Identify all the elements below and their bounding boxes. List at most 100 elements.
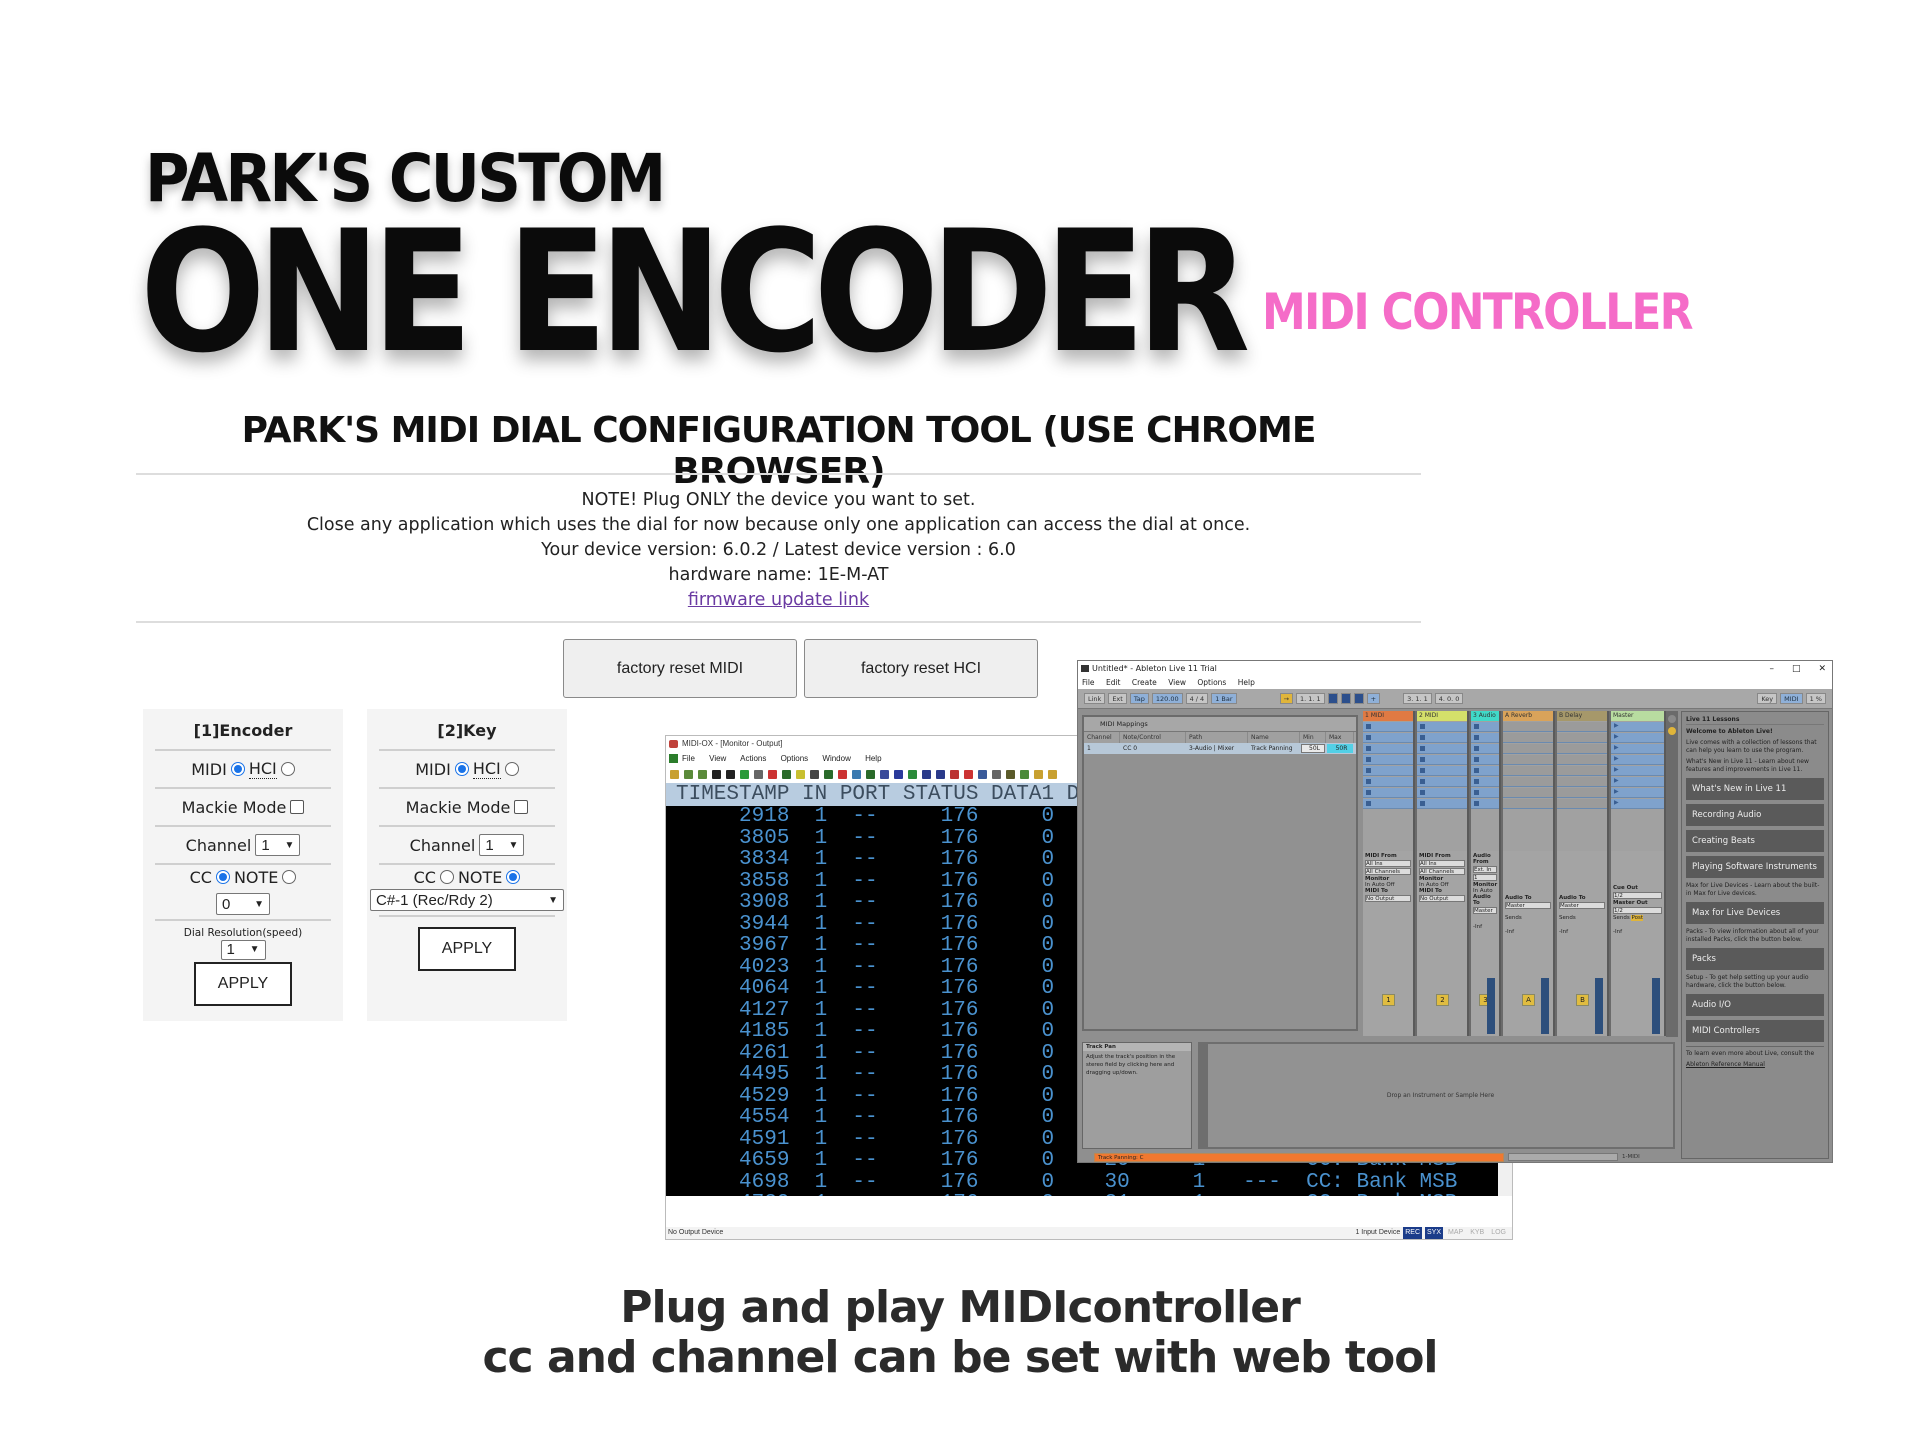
menu-options[interactable]: Options [1197, 678, 1226, 687]
toolbar-icon[interactable] [922, 769, 931, 779]
clip-slot[interactable]: ▶ [1611, 733, 1664, 743]
toolbar-icon[interactable] [1006, 769, 1015, 779]
clip-slot[interactable] [1557, 799, 1607, 809]
midi-radio[interactable] [230, 762, 245, 776]
cc-radio[interactable] [439, 870, 454, 884]
resolution-select[interactable]: 1 ▼ [220, 939, 266, 960]
toolbar-icon[interactable] [796, 769, 805, 779]
key-map-button[interactable]: Key [1757, 693, 1778, 704]
log-indicator[interactable]: LOG [1489, 1227, 1508, 1239]
key-apply-button[interactable]: APPLY [418, 927, 516, 971]
device-drop-zone[interactable]: Drop an Instrument or Sample Here [1208, 1044, 1673, 1147]
lesson-audio-io-button[interactable]: Audio I/O [1686, 994, 1824, 1016]
lesson-packs-button[interactable]: Packs [1686, 948, 1824, 970]
menu-file[interactable]: File [682, 754, 695, 763]
menu-file[interactable]: File [1082, 678, 1095, 687]
clip-slot[interactable]: ▶ [1611, 766, 1664, 776]
col-note-control[interactable]: Note/Control [1120, 732, 1186, 743]
col-min[interactable]: Min [1300, 732, 1326, 743]
clip-slot[interactable] [1503, 777, 1553, 787]
clip-slot[interactable] [1363, 788, 1413, 798]
hci-radio[interactable] [280, 762, 295, 776]
reference-manual-link[interactable]: Ableton Reference Manual [1686, 1061, 1824, 1069]
firmware-update-link[interactable]: firmware update link [688, 590, 869, 610]
clip-slot[interactable] [1417, 755, 1467, 765]
mapping-min[interactable]: 50L [1301, 744, 1325, 753]
toolbar-icon[interactable] [1020, 769, 1029, 779]
midi-map-button[interactable]: MIDI [1780, 693, 1803, 704]
lesson-software-instruments-button[interactable]: Playing Software Instruments [1686, 856, 1824, 878]
ext-sync-button[interactable]: Ext [1108, 693, 1127, 704]
toolbar-icon[interactable] [670, 769, 679, 779]
clip-slot[interactable] [1557, 744, 1607, 754]
track-header[interactable]: A Reverb [1503, 711, 1553, 721]
toolbar-icon[interactable] [740, 769, 749, 779]
overdub-button[interactable]: + [1366, 693, 1381, 704]
hci-radio[interactable] [504, 762, 519, 776]
clip-slot[interactable] [1417, 733, 1467, 743]
syx-indicator[interactable]: SYX [1425, 1227, 1444, 1239]
follow-button[interactable]: → [1279, 693, 1293, 704]
clip-slot[interactable]: ▶ [1611, 788, 1664, 798]
clip-slot[interactable] [1471, 733, 1499, 743]
minimize-icon[interactable]: – [1769, 661, 1774, 677]
rec-indicator[interactable]: REC [1403, 1227, 1422, 1239]
menu-view[interactable]: View [1168, 678, 1186, 687]
toolbar-icon[interactable] [880, 769, 889, 779]
clip-slot[interactable]: ▶ [1611, 777, 1664, 787]
track-header[interactable]: B Delay [1557, 711, 1607, 721]
clip-slot[interactable]: ▶ [1611, 722, 1664, 732]
menu-options[interactable]: Options [781, 754, 809, 763]
col-path[interactable]: Path [1186, 732, 1248, 743]
menu-help[interactable]: Help [865, 754, 881, 763]
clip-slot[interactable] [1471, 744, 1499, 754]
tempo-field[interactable]: 120.00 [1151, 693, 1183, 704]
clip-slot[interactable] [1557, 766, 1607, 776]
clip-slot[interactable] [1503, 788, 1553, 798]
toolbar-icon[interactable] [852, 769, 861, 779]
toolbar-icon[interactable] [866, 769, 875, 779]
factory-reset-midi-button[interactable]: factory reset MIDI [563, 639, 797, 698]
lesson-whats-new-button[interactable]: What's New in Live 11 [1686, 778, 1824, 800]
clip-slot[interactable] [1503, 766, 1553, 776]
toolbar-icon[interactable] [782, 769, 791, 779]
midi-radio[interactable] [454, 762, 469, 776]
clip-slot[interactable] [1363, 755, 1413, 765]
track-activator-button[interactable]: B [1576, 994, 1589, 1006]
clip-slot[interactable]: ▶ [1611, 744, 1664, 754]
close-icon[interactable]: ✕ [1818, 661, 1826, 677]
clip-slot[interactable] [1503, 744, 1553, 754]
maximize-icon[interactable]: □ [1792, 661, 1801, 677]
clip-slot[interactable] [1363, 722, 1413, 732]
note-radio[interactable] [506, 870, 521, 884]
clip-slot[interactable] [1557, 722, 1607, 732]
clip-slot[interactable] [1471, 799, 1499, 809]
clip-slot[interactable] [1417, 777, 1467, 787]
toolbar-icon[interactable] [950, 769, 959, 779]
clip-slot[interactable] [1503, 755, 1553, 765]
menu-help[interactable]: Help [1238, 678, 1255, 687]
menu-actions[interactable]: Actions [740, 754, 766, 763]
clip-slot[interactable] [1417, 722, 1467, 732]
menu-view[interactable]: View [709, 754, 726, 763]
track-activator-button[interactable]: 1 [1382, 994, 1395, 1006]
clip-slot[interactable]: ▶ [1611, 755, 1664, 765]
clip-slot[interactable] [1471, 788, 1499, 798]
menu-window[interactable]: Window [822, 754, 850, 763]
toolbar-icon[interactable] [992, 769, 1001, 779]
toolbar-icon[interactable] [768, 769, 777, 779]
menu-create[interactable]: Create [1132, 678, 1157, 687]
factory-reset-hci-button[interactable]: factory reset HCI [804, 639, 1038, 698]
toolbar-icon[interactable] [698, 769, 707, 779]
loop-length-field[interactable]: 4. 0. 0 [1434, 693, 1464, 704]
clip-slot[interactable] [1503, 722, 1553, 732]
mackie-checkbox[interactable] [514, 800, 529, 814]
clip-slot[interactable] [1503, 733, 1553, 743]
record-button[interactable] [1353, 693, 1364, 704]
track-header[interactable]: 2 MIDI [1417, 711, 1467, 721]
clip-slot[interactable]: ▶ [1611, 799, 1664, 809]
channel-select[interactable]: 1 ▼ [479, 834, 525, 856]
lesson-max-for-live-button[interactable]: Max for Live Devices [1686, 902, 1824, 924]
toolbar-icon[interactable] [936, 769, 945, 779]
toolbar-icon[interactable] [684, 769, 693, 779]
